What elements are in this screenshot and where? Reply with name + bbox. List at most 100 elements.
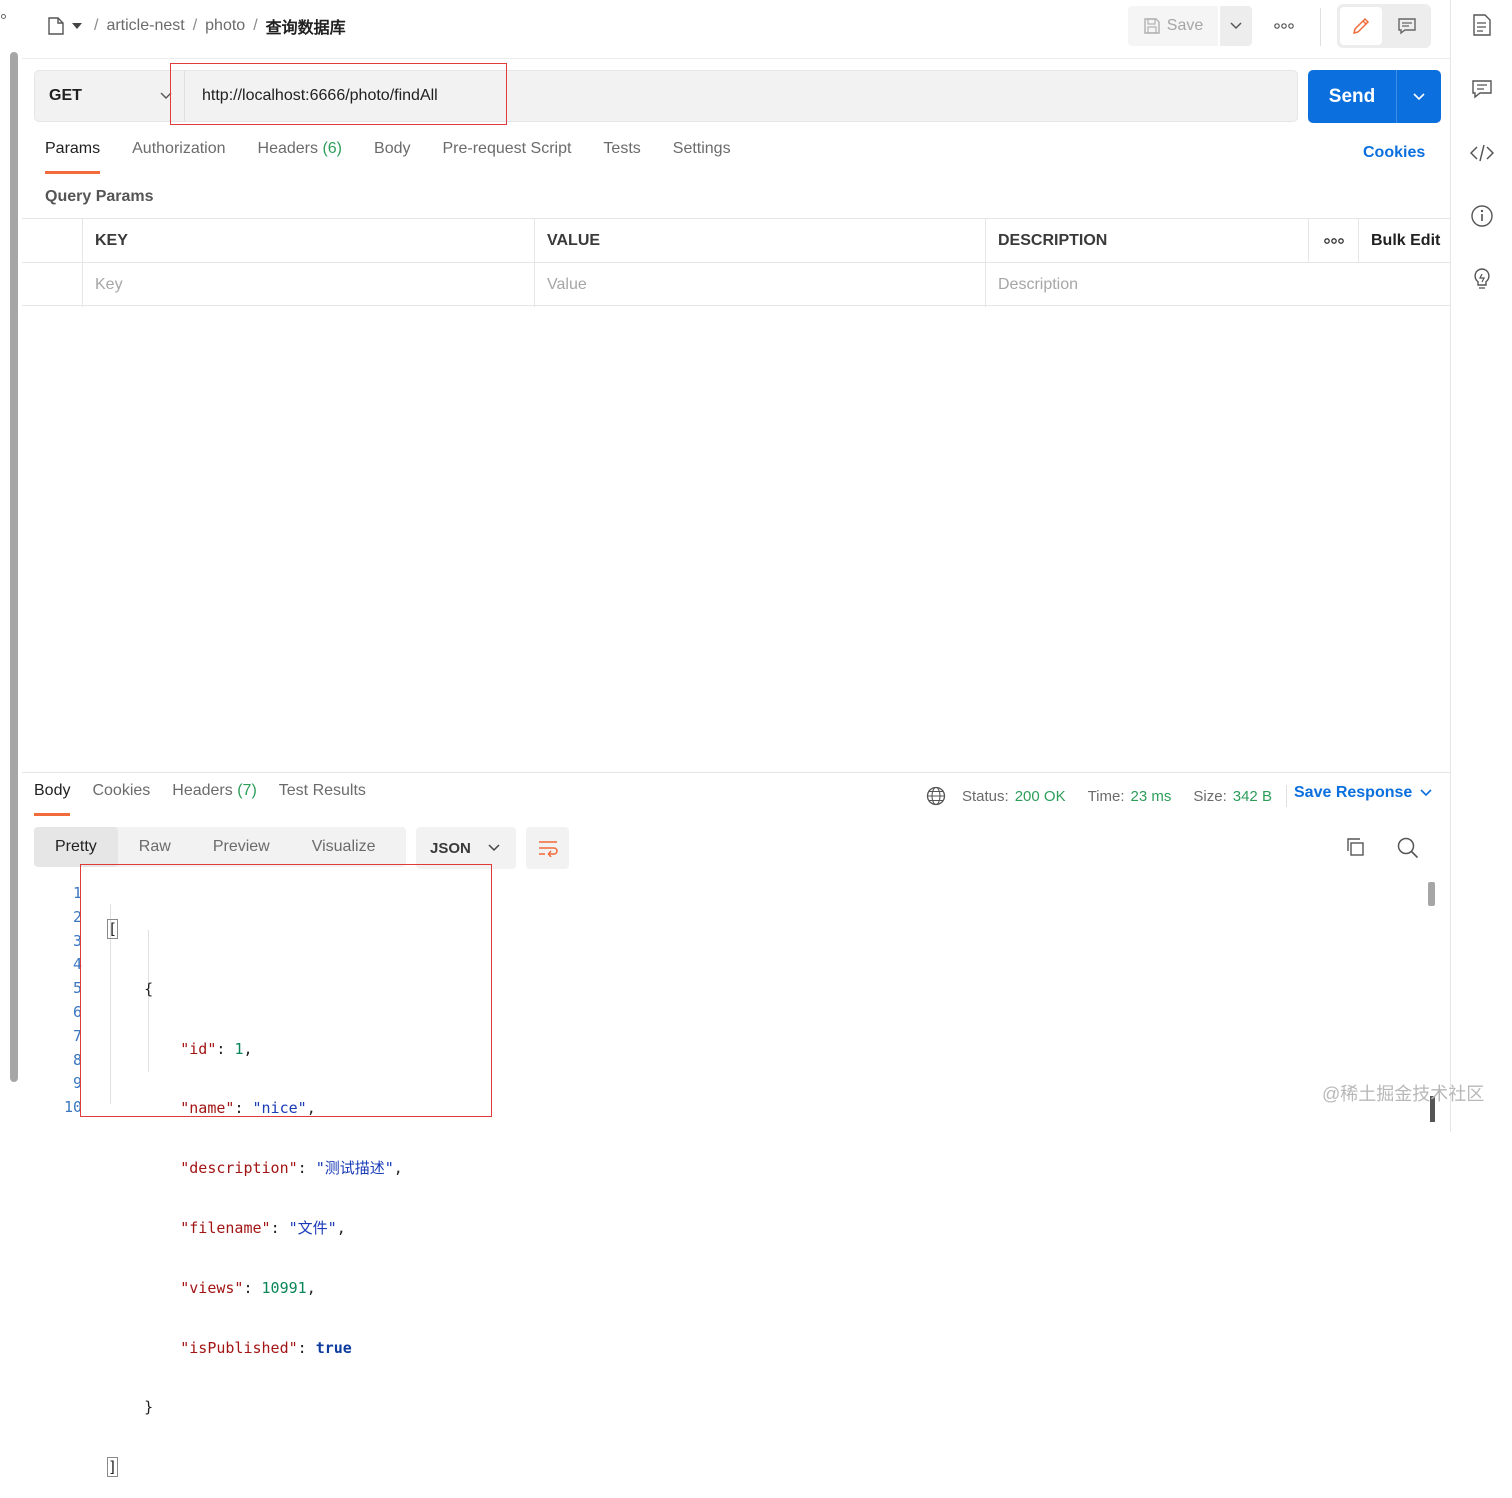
status-label: Status:: [962, 787, 1009, 805]
tab-label: Test Results: [278, 782, 366, 799]
code-icon[interactable]: [1469, 140, 1495, 166]
breadcrumb-separator: /: [192, 17, 198, 34]
comment-mode-button[interactable]: [1386, 7, 1428, 45]
view-tab-pretty[interactable]: Pretty: [34, 827, 118, 867]
size-value[interactable]: 342 B: [1233, 788, 1272, 805]
cookies-link[interactable]: Cookies: [1363, 144, 1425, 162]
response-tab-headers[interactable]: Headers (7): [172, 782, 257, 812]
more-icon: [1323, 238, 1344, 244]
response-divider[interactable]: [22, 772, 1450, 773]
key-input[interactable]: Key: [82, 263, 534, 307]
tab-settings[interactable]: Settings: [673, 140, 731, 170]
value-input[interactable]: Value: [534, 263, 986, 307]
breadcrumb-separator: /: [94, 17, 99, 34]
json-value: 10991: [261, 1278, 307, 1297]
json-array-close: ]: [106, 1457, 119, 1478]
lightbulb-icon[interactable]: [1469, 266, 1495, 292]
response-headers-count: (7): [237, 782, 257, 799]
tab-authorization[interactable]: Authorization: [132, 140, 225, 170]
save-response-button[interactable]: Save Response: [1294, 784, 1432, 802]
response-status-bar: Status: 200 OK Time: 23 ms Size: 342 B: [926, 784, 1295, 808]
view-tab-preview[interactable]: Preview: [192, 827, 291, 867]
comments-icon[interactable]: [1469, 76, 1495, 102]
time-label: Time:: [1087, 787, 1125, 805]
search-icon: [1396, 836, 1422, 860]
description-input[interactable]: Description: [985, 263, 1450, 307]
right-sidebar: [1450, 0, 1512, 1132]
documentation-icon[interactable]: [1469, 12, 1495, 38]
json-key: "description": [180, 1159, 298, 1178]
url-annotation-box: [170, 63, 507, 125]
status-value[interactable]: 200 OK: [1015, 788, 1066, 805]
code-line: "description": "测试描述",: [180, 1159, 403, 1178]
send-button-group: Send: [1308, 70, 1441, 123]
line-number: 8: [72, 1050, 82, 1069]
globe-icon[interactable]: [926, 786, 946, 806]
method-select[interactable]: GET: [35, 71, 185, 121]
status-divider: [1285, 785, 1287, 807]
response-tab-test-results[interactable]: Test Results: [279, 782, 366, 812]
send-options-button[interactable]: [1396, 70, 1440, 123]
description-column-header: DESCRIPTION: [985, 219, 1308, 263]
line-number: 1: [72, 884, 82, 902]
copy-button[interactable]: [1344, 836, 1368, 860]
search-button[interactable]: [1396, 836, 1422, 862]
breadcrumb-collection[interactable]: article-nest: [106, 17, 184, 35]
request-tabs: Params Authorization Headers (6) Body Pr…: [45, 140, 763, 174]
response-view-tabs: Pretty Raw Preview Visualize: [34, 827, 406, 867]
row-checkbox[interactable]: [22, 263, 82, 307]
response-tabs: Body Cookies Headers (7) Test Results: [34, 782, 388, 816]
more-actions-button[interactable]: [1268, 14, 1300, 38]
chevron-down-icon: [1412, 92, 1425, 101]
table-header-row: KEY VALUE DESCRIPTION Bulk Edit: [22, 219, 1450, 263]
mode-toggle: [1337, 4, 1431, 48]
view-tab-visualize[interactable]: Visualize: [291, 827, 397, 867]
format-select[interactable]: JSON: [416, 827, 516, 869]
code-scrollbar[interactable]: [1428, 882, 1435, 906]
save-button[interactable]: Save: [1128, 6, 1218, 46]
table-row: Key Value Description: [22, 263, 1450, 307]
toolbar-divider: [1320, 8, 1321, 46]
response-tab-body[interactable]: Body: [34, 782, 71, 816]
tab-body[interactable]: Body: [374, 140, 410, 170]
wrap-icon: [537, 839, 559, 857]
more-icon: [1274, 23, 1294, 29]
bulk-edit-button[interactable]: Bulk Edit: [1358, 219, 1450, 263]
code-line: "views": 10991,: [180, 1278, 316, 1297]
method-label: GET: [49, 87, 82, 104]
left-scrollbar[interactable]: [10, 52, 18, 1082]
chevron-down-icon: [488, 844, 500, 852]
size-label: Size:: [1193, 787, 1227, 805]
tab-label: Headers: [172, 782, 233, 799]
tab-label: Authorization: [132, 140, 226, 157]
save-icon: [1143, 17, 1161, 35]
tab-pre-request-script[interactable]: Pre-request Script: [442, 140, 571, 170]
json-value: "文件": [288, 1218, 337, 1237]
view-tab-raw[interactable]: Raw: [118, 827, 192, 867]
panel-dot-icon: [1, 14, 6, 19]
tab-headers[interactable]: Headers (6): [258, 140, 343, 170]
code-line: "filename": "文件",: [180, 1218, 346, 1237]
time-value[interactable]: 23 ms: [1131, 788, 1172, 805]
json-comma: ,: [306, 1278, 316, 1297]
edit-mode-button[interactable]: [1340, 7, 1382, 45]
headers-count-badge: (6): [322, 140, 343, 157]
response-tab-cookies[interactable]: Cookies: [92, 782, 150, 812]
column-options-button[interactable]: [1308, 219, 1358, 263]
info-icon[interactable]: [1469, 203, 1495, 229]
value-column-header: VALUE: [534, 219, 986, 263]
collection-dropdown-icon[interactable]: [72, 22, 82, 30]
save-options-button[interactable]: [1220, 6, 1252, 46]
query-params-title: Query Params: [45, 188, 154, 205]
send-button[interactable]: Send: [1308, 70, 1396, 123]
wrap-lines-button[interactable]: [526, 827, 569, 869]
breadcrumb-folder[interactable]: photo: [205, 17, 245, 35]
breadcrumb-request-name[interactable]: 查询数据库: [266, 14, 346, 38]
save-response-label: Save Response: [1294, 784, 1413, 801]
tab-params[interactable]: Params: [45, 140, 101, 174]
watermark: @稀土掘金技术社区: [1322, 1084, 1485, 1104]
json-key: "views": [180, 1278, 244, 1297]
collection-icon[interactable]: [46, 16, 66, 36]
tab-label: Settings: [672, 140, 731, 157]
tab-tests[interactable]: Tests: [603, 140, 640, 170]
